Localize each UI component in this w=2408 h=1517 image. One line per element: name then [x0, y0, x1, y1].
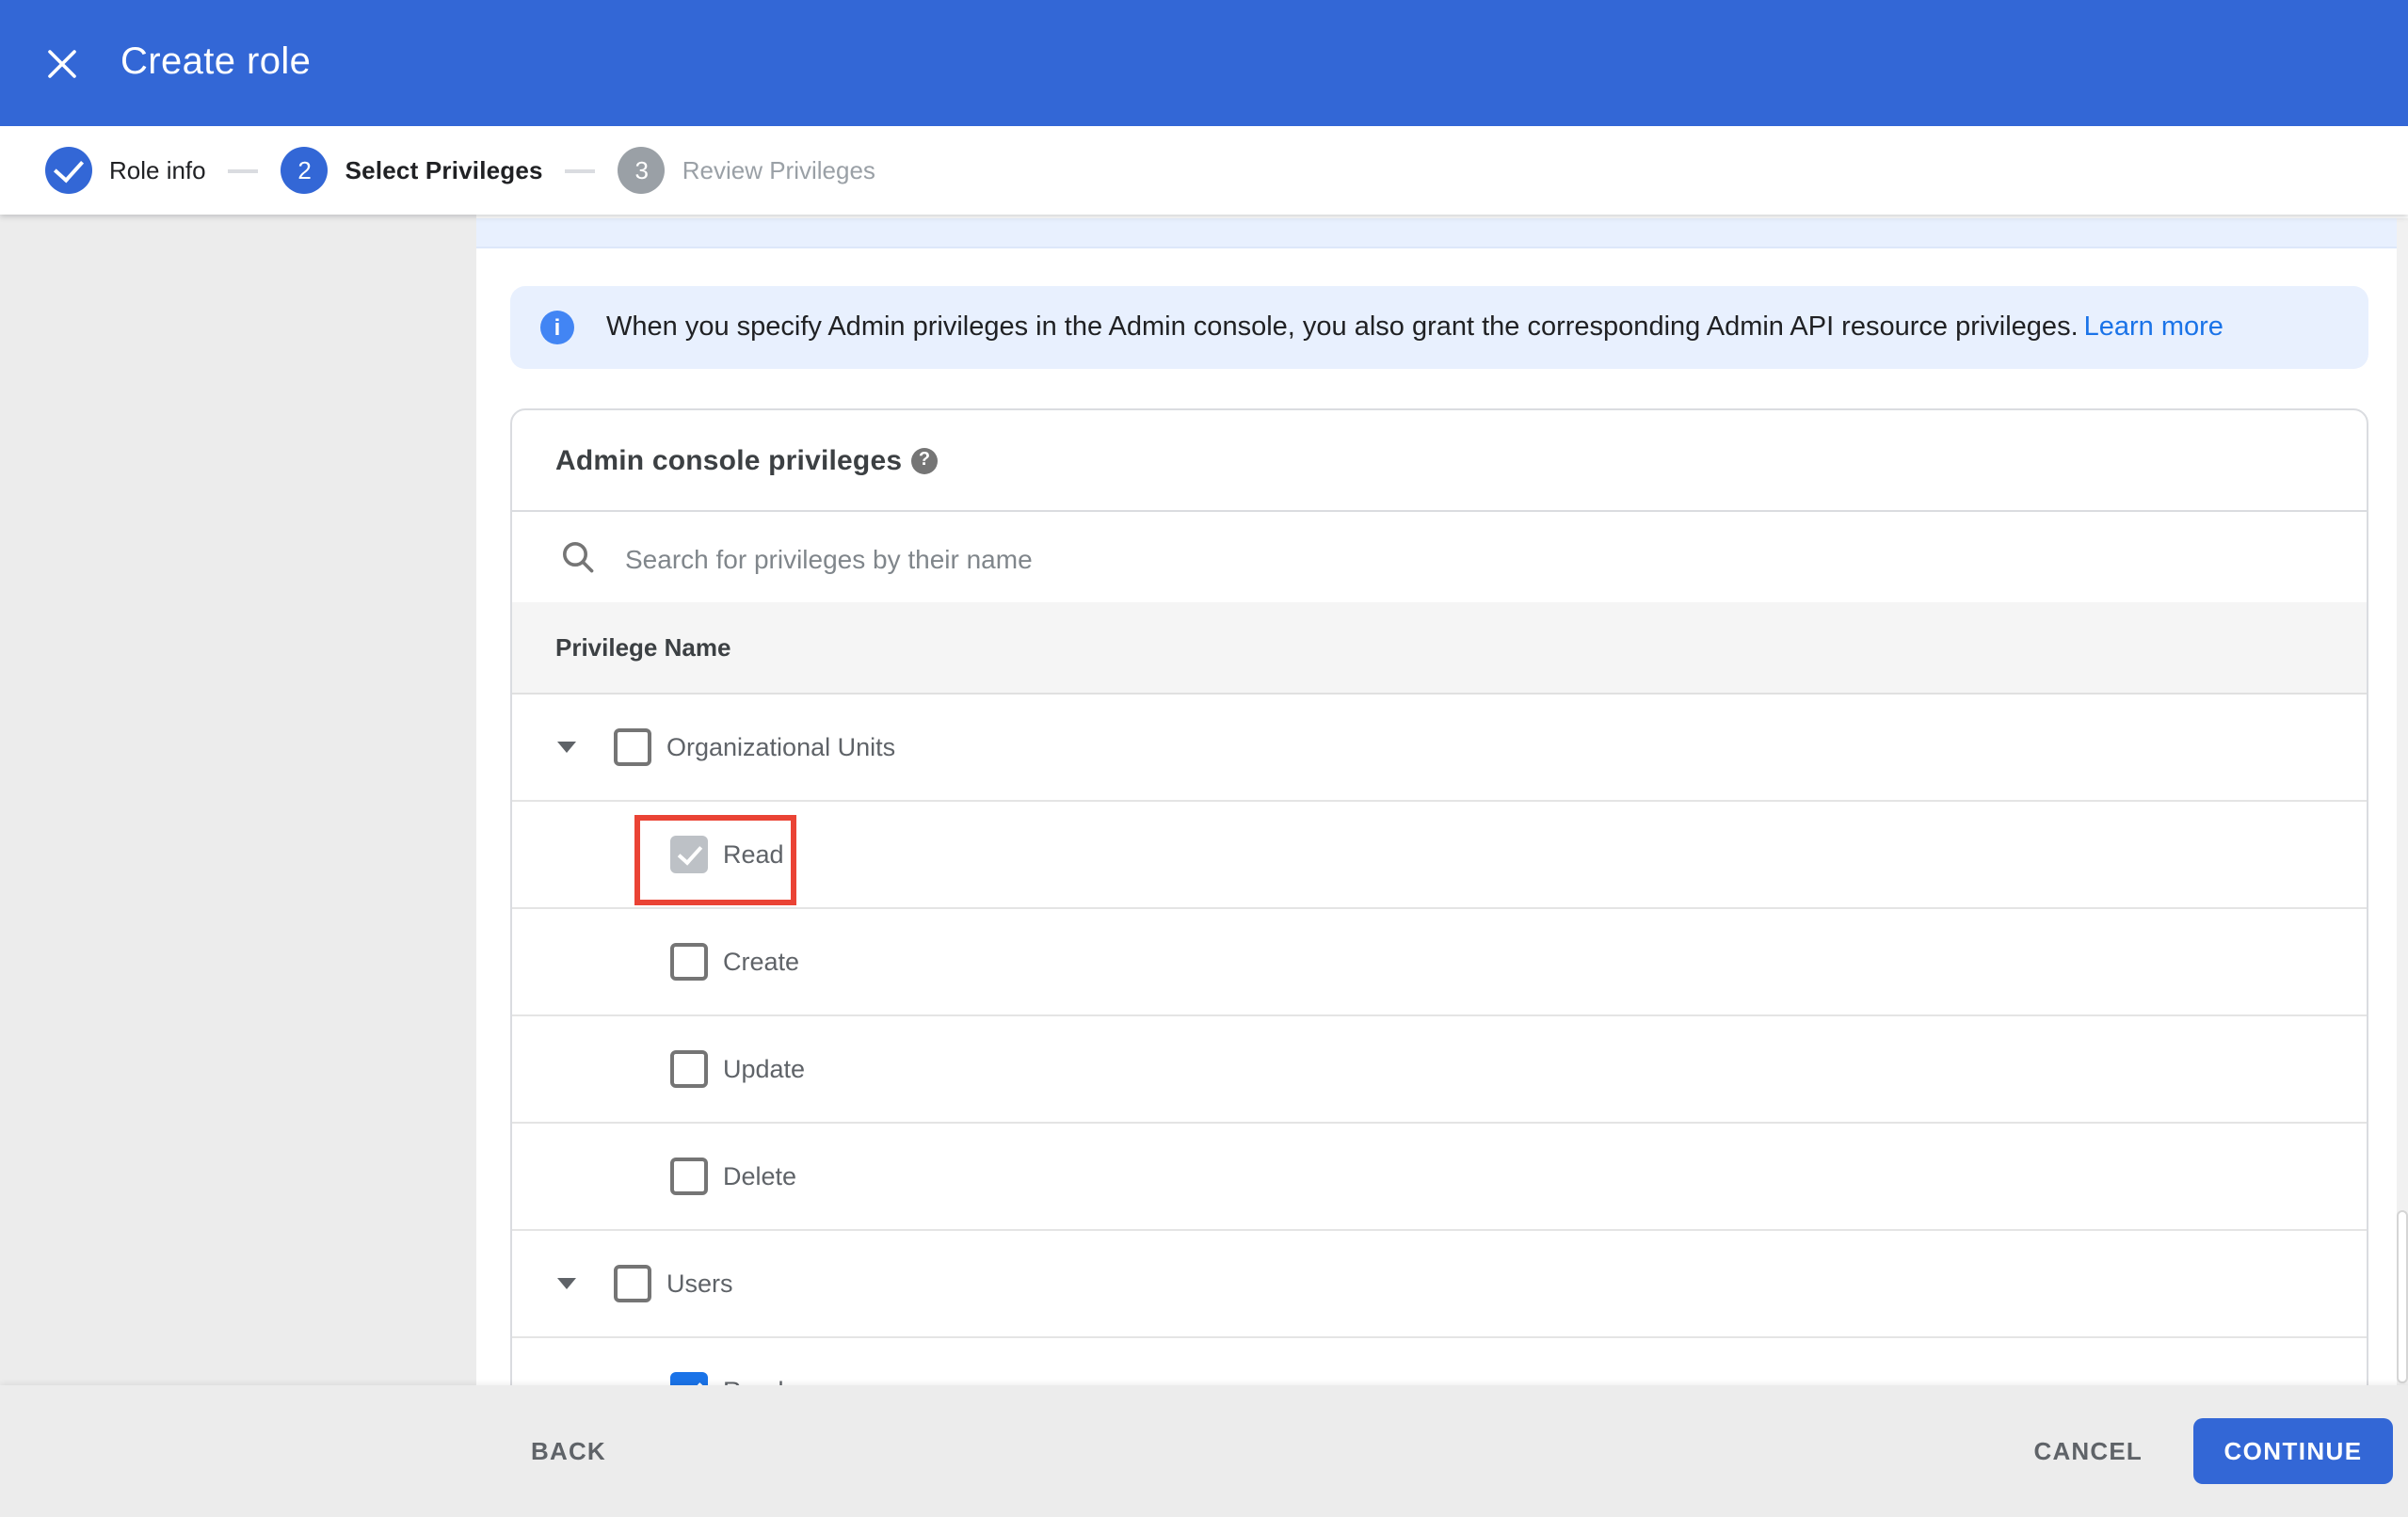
learn-more-link[interactable]: Learn more — [2084, 312, 2223, 343]
action-bar: BACK CANCEL CONTINUE — [0, 1385, 2408, 1517]
step-label: Select Privileges — [345, 156, 543, 184]
close-icon[interactable] — [47, 48, 77, 78]
step-connector — [565, 168, 596, 172]
privilege-row-read-highlighted: Read — [512, 802, 2367, 909]
create-role-dialog: Create role Role info 2 Select Privilege… — [0, 0, 2408, 1517]
privilege-row-create: Create — [512, 909, 2367, 1016]
privilege-row-delete: Delete — [512, 1124, 2367, 1231]
collapse-arrow-icon[interactable] — [557, 1278, 576, 1289]
info-icon: i — [540, 311, 574, 344]
step-connector — [228, 168, 259, 172]
card-title: Admin console privileges — [555, 444, 903, 476]
privilege-row-users-read: Read — [512, 1338, 2367, 1385]
content-area: i When you specify Admin privileges in t… — [476, 215, 2408, 1385]
help-icon[interactable]: ? — [911, 447, 938, 473]
step-number-badge: 2 — [281, 147, 329, 194]
row-label: Read — [723, 1377, 784, 1385]
step-select-privileges[interactable]: 2 Select Privileges — [281, 147, 543, 194]
checkbox-users[interactable] — [614, 1265, 651, 1302]
admin-privileges-card: Admin console privileges ? Privilege Nam… — [510, 408, 2368, 1385]
checkbox-create[interactable] — [670, 943, 708, 981]
row-label: Create — [723, 948, 800, 976]
dialog-header: Create role — [0, 0, 2408, 126]
cancel-button[interactable]: CANCEL — [2018, 1426, 2158, 1477]
backdrop-panel — [0, 215, 476, 1385]
step-role-info[interactable]: Role info — [45, 147, 206, 194]
step-label: Role info — [109, 156, 206, 184]
step-review-privileges[interactable]: 3 Review Privileges — [618, 147, 875, 194]
checkbox-update[interactable] — [670, 1050, 708, 1088]
checkbox-users-read-checked[interactable] — [670, 1372, 708, 1385]
table-header: Privilege Name — [512, 602, 2367, 695]
collapse-arrow-icon[interactable] — [557, 742, 576, 753]
privilege-row-organizational-units: Organizational Units — [512, 695, 2367, 802]
checkbox-read-checked-disabled[interactable] — [670, 836, 708, 873]
privilege-row-users: Users — [512, 1231, 2367, 1338]
search-input[interactable] — [621, 512, 1834, 606]
scrollbar-track[interactable] — [2397, 218, 2408, 1385]
back-button[interactable]: BACK — [516, 1426, 621, 1477]
column-header-privilege-name: Privilege Name — [555, 633, 731, 662]
info-banner: i When you specify Admin privileges in t… — [510, 286, 2368, 369]
info-banner-message: When you specify Admin privileges in the… — [606, 312, 2079, 343]
scrollbar-thumb[interactable] — [2397, 1210, 2408, 1383]
row-label: Update — [723, 1055, 806, 1083]
row-label: Users — [666, 1269, 733, 1298]
step-label: Review Privileges — [682, 156, 875, 184]
scrolled-banner-remnant — [476, 218, 2397, 248]
info-banner-text: When you specify Admin privileges in the… — [606, 312, 2223, 343]
checkbox-organizational-units[interactable] — [614, 728, 651, 766]
privilege-search-row — [512, 512, 2367, 606]
search-icon — [563, 542, 594, 573]
card-header: Admin console privileges ? — [512, 410, 2367, 512]
row-label: Organizational Units — [666, 733, 896, 761]
wizard-stepper: Role info 2 Select Privileges 3 Review P… — [0, 126, 2408, 215]
step-number-badge: 3 — [618, 147, 666, 194]
checkbox-delete[interactable] — [670, 1158, 708, 1195]
row-label: Delete — [723, 1162, 797, 1190]
step-completed-check-icon — [45, 147, 92, 194]
row-label: Read — [723, 840, 784, 869]
privilege-row-update: Update — [512, 1016, 2367, 1124]
continue-button[interactable]: CONTINUE — [2193, 1418, 2393, 1484]
page-title: Create role — [120, 41, 312, 83]
